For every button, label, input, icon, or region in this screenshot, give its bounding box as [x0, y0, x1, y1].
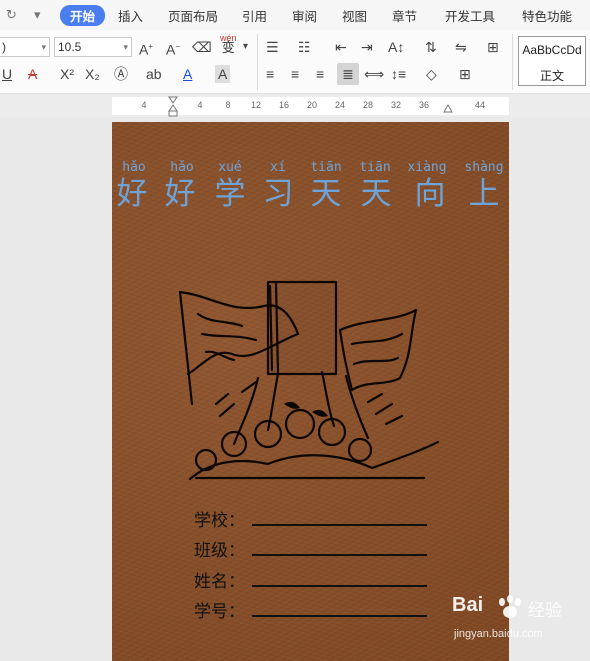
- toolbar-divider: [257, 34, 258, 90]
- ruler-tick: 8: [225, 100, 231, 110]
- chevron-down-icon: ▾: [41, 42, 46, 52]
- name-label: 姓名：: [194, 572, 245, 592]
- ribbon-toolbar: ) ▾ 10.5 ▾ A+ A− ⌫ wén 变 ▾ ☰ ☷ ⇤ ⇥ A↕ ⇅ …: [0, 30, 590, 94]
- style-preview-text: AaBbCcDd: [522, 43, 582, 57]
- slogan-character: 学: [214, 176, 246, 212]
- text-direction-icon[interactable]: ⇋: [455, 38, 467, 56]
- baidu-jingyan-watermark: Bai 经验 jingyan.baidu.com: [450, 592, 590, 661]
- name-field[interactable]: [252, 585, 427, 587]
- pinyin-label: shàng: [464, 160, 504, 175]
- ruler-tick: 24: [334, 100, 345, 110]
- pinyin-label: hǎo: [122, 160, 146, 175]
- decrease-indent-icon[interactable]: ⇤: [335, 38, 347, 56]
- shrink-font-icon[interactable]: A−: [166, 38, 180, 59]
- ruler-tick: 20: [306, 100, 317, 110]
- indent-marker-icon[interactable]: [166, 95, 180, 117]
- change-case-icon[interactable]: A↕: [388, 38, 404, 56]
- slogan-character: 好: [116, 176, 148, 212]
- class-field[interactable]: [252, 554, 427, 556]
- student-number-field[interactable]: [252, 615, 427, 617]
- tab-review[interactable]: 审阅: [292, 6, 317, 25]
- tab-insert[interactable]: 插入: [118, 6, 143, 25]
- borders-icon[interactable]: ⊞: [459, 65, 471, 83]
- font-size-combo[interactable]: 10.5 ▾: [54, 37, 132, 57]
- ruler-tick: 28: [362, 100, 373, 110]
- school-field[interactable]: [252, 524, 427, 526]
- chevron-down-icon[interactable]: ▾: [243, 38, 248, 56]
- pinyin-label: hǎo: [170, 160, 194, 175]
- ruler-tick: 44: [474, 100, 485, 110]
- pinyin-label: tiān: [310, 160, 342, 175]
- school-label: 学校：: [194, 511, 245, 531]
- watermark-url: jingyan.baidu.com: [454, 628, 543, 640]
- font-size-value: 10.5: [58, 40, 82, 54]
- paw-logo-icon: [499, 595, 521, 618]
- bullet-list-icon[interactable]: ☰: [266, 38, 279, 56]
- crowd-holding-book-illustration: [178, 280, 440, 481]
- align-center-icon[interactable]: ≡: [291, 65, 299, 83]
- tab-references[interactable]: 引用: [242, 6, 267, 25]
- increase-indent-icon[interactable]: ⇥: [361, 38, 373, 56]
- watermark-brand-suffix: 经验: [528, 601, 562, 620]
- font-color-icon[interactable]: A: [183, 65, 192, 83]
- ruler-tick: 16: [278, 100, 289, 110]
- font-name-combo[interactable]: ) ▾: [0, 37, 50, 57]
- clear-format-icon[interactable]: ⌫: [192, 38, 212, 56]
- ruler-tick: 4: [141, 100, 147, 110]
- horizontal-ruler[interactable]: 4 4 8 12 16 20 24 28 32 36 44: [0, 95, 590, 117]
- table-grid-icon[interactable]: ⊞: [487, 38, 499, 56]
- tab-developer-tools[interactable]: 开发工具: [445, 6, 495, 25]
- align-right-icon[interactable]: ≡: [316, 65, 324, 83]
- ribbon-tab-bar: ↻ ▾ 开始 插入 页面布局 引用 审阅 视图 章节 开发工具 特色功能: [0, 0, 590, 30]
- slogan-character: 上: [468, 176, 500, 212]
- right-indent-marker-icon[interactable]: [441, 95, 455, 117]
- line-spacing-icon[interactable]: ↕≡: [391, 65, 406, 83]
- tab-home[interactable]: 开始: [60, 5, 106, 26]
- pinyin-label: xí: [270, 160, 286, 175]
- document-page[interactable]: hǎo hǎo xué xí tiān tiān xiàng shàng 好 好…: [112, 122, 509, 661]
- redo-icon[interactable]: ↻: [6, 7, 17, 23]
- watermark-brand: Bai: [452, 594, 484, 616]
- superscript-icon[interactable]: X²: [60, 65, 74, 83]
- ruler-tick: 36: [418, 100, 429, 110]
- shading-fill-icon[interactable]: ◇: [426, 65, 437, 83]
- sort-icon[interactable]: ⇅: [425, 38, 437, 56]
- slogan-character: 天: [360, 176, 392, 212]
- strikethrough-icon[interactable]: A: [28, 65, 37, 83]
- justify-icon[interactable]: ≣: [337, 63, 359, 85]
- distributed-align-icon[interactable]: ⟺: [364, 65, 384, 83]
- grow-font-icon[interactable]: A+: [139, 38, 153, 59]
- subscript-icon[interactable]: X₂: [85, 65, 100, 83]
- tab-section[interactable]: 章节: [392, 6, 417, 25]
- slogan-character: 好: [164, 176, 196, 212]
- student-number-label: 学号：: [194, 602, 245, 622]
- ruler-tick: 4: [197, 100, 203, 110]
- class-label: 班级：: [194, 541, 245, 561]
- style-normal-button[interactable]: AaBbCcDd 正文: [518, 36, 586, 86]
- underline-icon[interactable]: U: [2, 65, 12, 83]
- ruler-tick: 32: [390, 100, 401, 110]
- character-shading-icon[interactable]: A: [215, 65, 231, 83]
- pinyin-guide-icon[interactable]: wén 变: [220, 33, 237, 54]
- pinyin-label: tiān: [359, 160, 391, 175]
- chevron-down-icon[interactable]: ▾: [34, 7, 41, 23]
- chevron-down-icon: ▾: [123, 42, 128, 52]
- ruler-tick: 12: [250, 100, 261, 110]
- tab-special-features[interactable]: 特色功能: [522, 6, 572, 25]
- font-name-value: ): [2, 40, 6, 54]
- toolbar-divider: [512, 34, 513, 90]
- pinyin-guide-bottom: 变: [221, 40, 235, 55]
- slogan-character: 向: [414, 176, 446, 212]
- tab-view[interactable]: 视图: [342, 6, 367, 25]
- align-left-icon[interactable]: ≡: [266, 65, 274, 83]
- pinyin-label: xué: [218, 160, 242, 175]
- text-effect-icon[interactable]: Ⓐ: [114, 65, 128, 83]
- slogan-character: 习: [262, 176, 294, 212]
- numbered-list-icon[interactable]: ☷: [298, 38, 311, 56]
- pinyin-label: xiàng: [407, 160, 447, 175]
- tab-page-layout[interactable]: 页面布局: [168, 6, 218, 25]
- highlight-icon[interactable]: ab: [146, 65, 162, 83]
- style-name-label: 正文: [539, 69, 564, 83]
- slogan-character: 天: [310, 176, 342, 212]
